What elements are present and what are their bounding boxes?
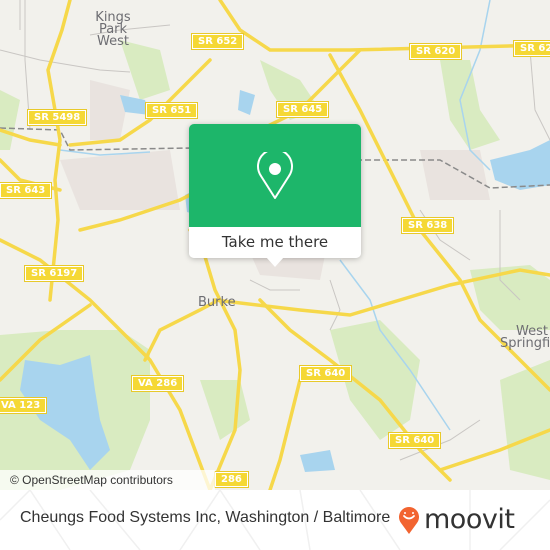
route-shield-va-123: VA 123 bbox=[0, 397, 48, 414]
route-shield-sr-643: SR 643 bbox=[0, 182, 53, 199]
route-shield-sr-640: SR 640 bbox=[298, 365, 353, 382]
route-shield-sr-652: SR 652 bbox=[190, 33, 245, 50]
route-shield-sr-640: SR 640 bbox=[387, 432, 442, 449]
place-label-line: West bbox=[97, 34, 129, 49]
place-label-burke: Burke bbox=[198, 295, 236, 310]
map-attribution[interactable]: © OpenStreetMap contributors bbox=[0, 470, 215, 490]
location-popup: Take me there bbox=[189, 124, 361, 267]
moovit-brand-text: moovit bbox=[424, 504, 515, 535]
place-label-kings-park-west: Kings Park West bbox=[88, 11, 138, 49]
route-shield-va-286: VA 286 bbox=[130, 375, 185, 392]
map-pin-icon bbox=[257, 152, 293, 199]
moovit-pin-logo-icon bbox=[399, 507, 419, 534]
route-shield-va-286: 286 bbox=[214, 471, 249, 488]
route-shield-sr-638: SR 638 bbox=[400, 217, 455, 234]
route-shield-sr-5498: SR 5498 bbox=[26, 109, 88, 126]
footer-bar: Cheungs Food Systems Inc, Washington / B… bbox=[0, 490, 550, 550]
popup-header bbox=[189, 124, 361, 227]
place-label-line: Springfie bbox=[500, 336, 550, 351]
route-shield-sr-645: SR 645 bbox=[275, 101, 330, 118]
moovit-logo[interactable]: moovit bbox=[398, 500, 515, 540]
route-shield-sr-6197: SR 6197 bbox=[23, 265, 85, 282]
popup-pointer bbox=[266, 257, 284, 267]
place-label-west-springfield: West Springfie bbox=[500, 325, 550, 351]
route-shield-sr-620: SR 620 bbox=[408, 43, 463, 60]
route-shield-sr-651: SR 651 bbox=[144, 102, 199, 119]
location-title: Cheungs Food Systems Inc, Washington / B… bbox=[20, 509, 391, 526]
route-shield-sr-620: SR 620 bbox=[512, 40, 550, 57]
take-me-there-button[interactable]: Take me there bbox=[189, 227, 361, 258]
map-view[interactable]: Kings Park West Burke West Springfie SR … bbox=[0, 0, 550, 490]
place-label-line: Burke bbox=[198, 295, 236, 310]
